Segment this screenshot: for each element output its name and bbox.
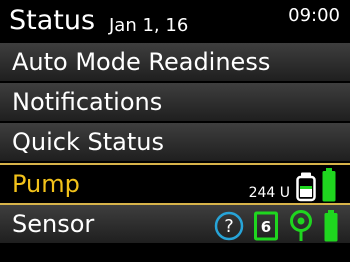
header-bar: Status Jan 1, 16 09:00 <box>0 0 350 43</box>
date-display: Jan 1, 16 <box>109 15 189 36</box>
menu-item-label: Auto Mode Readiness <box>12 48 271 76</box>
menu-item-label: Quick Status <box>12 128 164 156</box>
menu-item-label: Notifications <box>12 88 163 116</box>
pump-status-group: 244 U <box>249 168 336 206</box>
battery-icon <box>324 210 338 246</box>
menu-item-sensor[interactable]: Sensor ? 6 <box>0 205 350 245</box>
reservoir-units: 244 U <box>248 185 290 201</box>
battery-icon <box>322 168 336 206</box>
menu-item-quick-status[interactable]: Quick Status <box>0 123 350 163</box>
menu-item-label: Sensor <box>12 210 95 238</box>
menu-item-auto-mode-readiness[interactable]: Auto Mode Readiness <box>0 43 350 83</box>
help-icon: ? <box>214 211 244 245</box>
reservoir-icon <box>296 172 316 206</box>
time-display: 09:00 <box>288 5 340 26</box>
calibration-icon: 6 <box>254 211 278 245</box>
page-title: Status <box>9 5 96 36</box>
menu-item-label: Pump <box>12 170 80 198</box>
status-menu: Auto Mode Readiness Notifications Quick … <box>0 43 350 245</box>
svg-text:?: ? <box>224 216 234 237</box>
sensor-status-group: ? 6 <box>214 210 338 246</box>
sensor-connection-icon <box>288 210 314 246</box>
menu-item-notifications[interactable]: Notifications <box>0 83 350 123</box>
menu-item-pump[interactable]: Pump 244 U <box>0 163 350 205</box>
calibration-value: 6 <box>261 218 271 236</box>
